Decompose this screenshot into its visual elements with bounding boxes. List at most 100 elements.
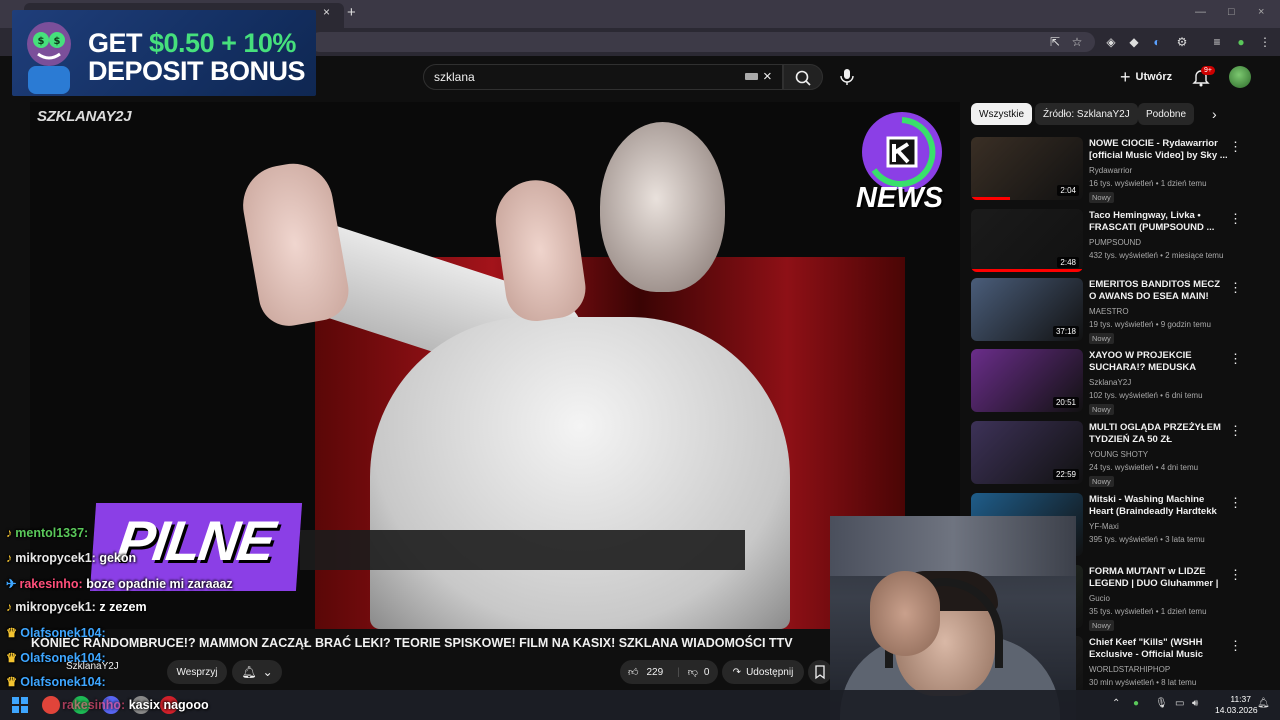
tray-app-icon[interactable]: ● — [1133, 698, 1139, 709]
like-count[interactable]: 229 — [646, 667, 663, 678]
video-title[interactable]: Mitski - Washing Machine Heart (Braindea… — [1089, 494, 1229, 519]
window-close-icon[interactable]: × — [1258, 6, 1264, 18]
chrome-app-icon[interactable] — [42, 696, 60, 714]
video-title[interactable]: XAYOO W PROJEKCIE SUCHARA!? MEDUSKA STRE… — [1089, 350, 1229, 375]
more-options-icon[interactable]: ⋮ — [1229, 351, 1242, 367]
tray-clock[interactable]: 11:37 14.03.2026 — [1215, 694, 1258, 716]
video-title[interactable]: Chief Keef "Kills" (WSHH Exclusive - Off… — [1089, 637, 1229, 662]
watch-progress — [971, 269, 1083, 272]
recommendation-item[interactable]: 37:18 EMERITOS BANDITOS MECZ O AWANS DO E… — [971, 278, 1261, 344]
search-button[interactable] — [783, 64, 823, 90]
chevron-right-icon[interactable]: › — [1212, 106, 1217, 122]
video-thumbnail[interactable]: 2:04 — [971, 137, 1083, 200]
channel-name[interactable]: WORLDSTARHIPHOP — [1089, 665, 1170, 674]
thumbs-down-icon[interactable]: 👎︎ — [688, 666, 698, 678]
channel-watermark: SZKLANAY2J — [37, 108, 132, 125]
new-badge: Nowy — [1089, 404, 1114, 415]
address-bar[interactable] — [310, 32, 1095, 52]
more-options-icon[interactable]: ⋮ — [1229, 280, 1242, 296]
channel-name[interactable]: Rydawarrior — [1089, 166, 1132, 175]
search-input[interactable]: szklana — [434, 70, 475, 84]
chip-source[interactable]: Źródło: SzklanaY2J — [1035, 103, 1138, 125]
more-options-icon[interactable]: ⋮ — [1229, 495, 1242, 511]
more-options-icon[interactable]: ⋮ — [1229, 139, 1242, 155]
promo-banner[interactable]: $ $ GET $0.50 + 10% DEPOSIT BONUS — [12, 10, 316, 96]
channel-name[interactable]: Gucio — [1089, 594, 1110, 603]
video-title[interactable]: MULTI OGLĄDA PRZEŻYŁEM TYDZIEŃ ZA 50 ZŁ — [1089, 422, 1229, 446]
clear-search-icon[interactable]: × — [763, 68, 772, 85]
share-label: Udostępnij — [746, 666, 794, 678]
channel-name[interactable]: PUMPSOUND — [1089, 238, 1141, 247]
minimize-icon[interactable]: — — [1195, 6, 1206, 18]
channel-name[interactable]: SzklanaY2J — [1089, 378, 1131, 387]
extension-icon[interactable]: ◈ — [1104, 35, 1118, 49]
tab-search-icon[interactable]: ≡ — [1210, 35, 1224, 49]
support-button[interactable]: Wesprzyj — [167, 660, 227, 684]
chat-message: ♪ mikropycek1: gekon — [6, 551, 137, 565]
puzzle-icon[interactable]: ⚙ — [1175, 35, 1189, 49]
more-options-icon[interactable]: ⋮ — [1229, 211, 1242, 227]
new-tab-button[interactable]: + — [347, 4, 356, 21]
microphone-icon[interactable]: 🎙︎ — [1155, 698, 1168, 709]
keyboard-icon[interactable] — [745, 73, 758, 80]
new-badge: Nowy — [1089, 333, 1114, 344]
video-thumbnail[interactable]: 20:51 — [971, 349, 1083, 412]
webcam-hand — [870, 571, 940, 656]
recommendation-item[interactable]: 2:04 NOWE CIOCIE - Rydawarrior [official … — [971, 137, 1261, 203]
channel-name[interactable]: YOUNG SHOTY — [1089, 450, 1148, 459]
watch-progress — [971, 197, 1011, 200]
video-title[interactable]: FORMA MUTANT w LIDZE LEGEND | DUO Gluham… — [1089, 566, 1229, 590]
tab-close-icon[interactable]: × — [323, 5, 330, 19]
tray-chevron-icon[interactable]: ⌃ — [1112, 698, 1120, 709]
more-options-icon[interactable]: ⋮ — [1229, 423, 1242, 439]
channel-name[interactable]: SzklanaY2J — [66, 661, 119, 672]
video-title[interactable]: NOWE CIOCIE - Rydawarrior [official Musi… — [1089, 138, 1229, 162]
notification-center-icon[interactable]: 🔔︎ — [1257, 698, 1270, 709]
bookmark-star-icon[interactable]: ☆ — [1070, 35, 1084, 49]
subscription-bell-button[interactable]: 🔔︎ ⌄ — [232, 660, 282, 684]
create-label: Utwórz — [1135, 71, 1173, 83]
profile-icon[interactable]: ● — [1234, 35, 1248, 49]
video-meta: 395 tys. wyświetleń • 3 lata temu — [1089, 535, 1205, 544]
recommendation-item[interactable]: 22:59 MULTI OGLĄDA PRZEŻYŁEM TYDZIEŃ ZA 5… — [971, 421, 1261, 487]
lower-third-bar — [300, 530, 745, 570]
share-button[interactable]: ↷ Udostępnij — [722, 660, 804, 684]
video-thumbnail[interactable]: 22:59 — [971, 421, 1083, 484]
maximize-icon[interactable]: □ — [1228, 6, 1235, 18]
chip-all[interactable]: Wszystkie — [971, 103, 1032, 125]
recommendation-item[interactable]: 2:48 Taco Hemingway, Livka • FRASCATI (PU… — [971, 209, 1261, 275]
chat-message: ✈ rakesinho: boze opadnie mi zaraaaz — [6, 577, 233, 591]
extension-icon[interactable]: ◐ — [1150, 35, 1164, 49]
save-button[interactable] — [808, 660, 832, 684]
extension-icon[interactable]: ◆ — [1127, 35, 1141, 49]
channel-name[interactable]: YF-Maxi — [1089, 522, 1119, 531]
search-box[interactable] — [423, 64, 783, 90]
thumbs-up-icon[interactable]: 👍︎ — [628, 666, 638, 678]
plus-icon: + — [1120, 66, 1131, 87]
more-options-icon[interactable]: ⋮ — [1229, 638, 1242, 654]
video-thumbnail[interactable]: 2:48 — [971, 209, 1083, 272]
channel-name[interactable]: MAESTRO — [1089, 307, 1129, 316]
network-icon[interactable]: ▭ — [1175, 698, 1184, 709]
dislike-count[interactable]: 0 — [704, 667, 710, 678]
clock-date: 14.03.2026 — [1215, 705, 1258, 715]
chat-text: boze opadnie mi zaraaaz — [86, 577, 233, 591]
video-thumbnail[interactable]: 37:18 — [971, 278, 1083, 341]
user-avatar[interactable] — [1229, 66, 1251, 88]
chevron-down-icon: ⌄ — [262, 665, 273, 679]
video-title[interactable]: EMERITOS BANDITOS MECZ O AWANS DO ESEA M… — [1089, 279, 1229, 303]
chat-username: rakesinho: — [19, 577, 83, 591]
voice-search-button[interactable] — [834, 64, 860, 90]
install-app-icon[interactable]: ⇱ — [1048, 35, 1062, 49]
microphone-icon — [840, 69, 854, 85]
menu-dots-icon[interactable]: ⋮ — [1258, 35, 1272, 49]
video-duration: 22:59 — [1052, 469, 1079, 480]
recommendation-item[interactable]: 20:51 XAYOO W PROJEKCIE SUCHARA!? MEDUSKA… — [971, 349, 1261, 415]
video-title[interactable]: Taco Hemingway, Livka • FRASCATI (PUMPSO… — [1089, 210, 1229, 234]
volume-icon[interactable]: 🔊︎ — [1192, 698, 1198, 709]
more-options-icon[interactable]: ⋮ — [1229, 567, 1242, 583]
chat-message: rakesinho: kasix nagooo — [62, 698, 209, 712]
windows-start-icon[interactable] — [12, 697, 28, 713]
chip-related[interactable]: Podobne — [1138, 103, 1195, 125]
create-button[interactable]: + Utwórz — [1120, 66, 1172, 88]
